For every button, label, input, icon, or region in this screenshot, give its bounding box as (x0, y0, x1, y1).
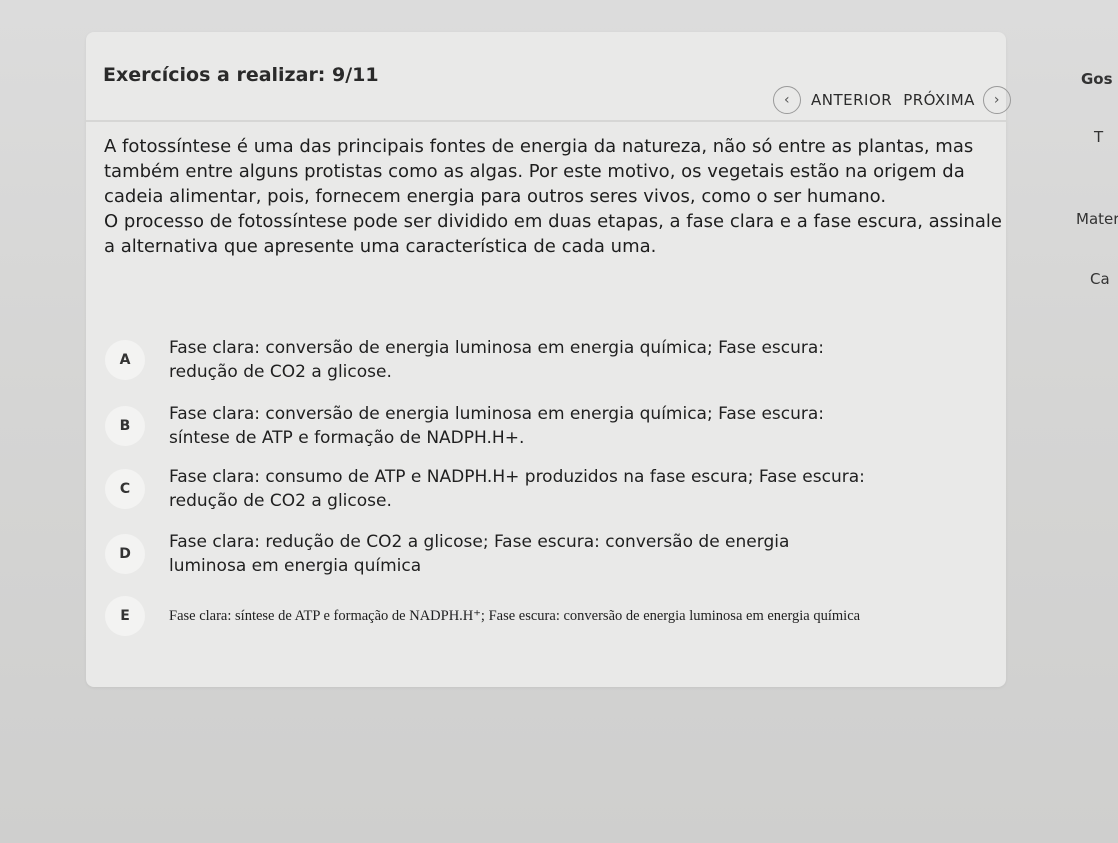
option-a[interactable]: A Fase clara: conversão de energia lumin… (105, 336, 869, 384)
right-panel-item[interactable]: Mater (1076, 210, 1118, 228)
option-text: Fase clara: conversão de energia luminos… (169, 338, 825, 382)
option-letter-badge: B (105, 406, 145, 446)
right-panel-item[interactable]: Ca (1090, 270, 1110, 288)
option-e[interactable]: E Fase clara: síntese de ATP e formação … (105, 596, 869, 636)
option-letter-badge: E (105, 596, 145, 636)
question-paragraph-2: O processo de fotossíntese pode ser divi… (104, 211, 1002, 257)
previous-button[interactable]: ANTERIOR (811, 91, 892, 109)
right-panel-item[interactable]: T (1094, 128, 1103, 146)
option-d[interactable]: D Fase clara: redução de CO2 a glicose; … (105, 530, 869, 578)
option-b[interactable]: B Fase clara: conversão de energia lumin… (105, 402, 869, 450)
right-panel-item[interactable]: Gos (1081, 70, 1113, 88)
chevron-right-icon[interactable]: › (982, 86, 1011, 114)
option-text: Fase clara: redução de CO2 a glicose; Fa… (169, 532, 790, 576)
option-letter-badge: A (105, 340, 145, 380)
question-navigation: ‹ ANTERIOR PRÓXIMA › (773, 84, 1011, 116)
option-text: Fase clara: síntese de ATP e formação de… (169, 607, 861, 624)
question-statement: A fotossíntese é uma das principais font… (104, 134, 1004, 259)
question-paragraph-1: A fotossíntese é uma das principais font… (104, 136, 974, 207)
option-text: Fase clara: consumo de ATP e NADPH.H+ pr… (169, 467, 865, 511)
option-c[interactable]: C Fase clara: consumo de ATP e NADPH.H+ … (105, 465, 869, 513)
option-text: Fase clara: conversão de energia luminos… (169, 404, 825, 448)
option-letter-badge: D (105, 534, 145, 574)
chevron-left-icon[interactable]: ‹ (773, 86, 801, 114)
next-button[interactable]: PRÓXIMA (903, 91, 975, 109)
exercise-progress-title: Exercícios a realizar: 9/11 (103, 64, 379, 86)
header-divider (86, 120, 1006, 122)
option-letter-badge: C (105, 469, 145, 509)
